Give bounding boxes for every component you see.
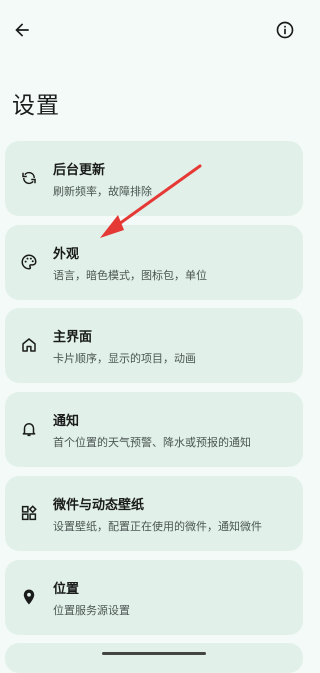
bell-icon (19, 419, 39, 439)
top-app-bar (0, 0, 309, 60)
settings-item-title: 微件与动态壁纸 (53, 498, 145, 513)
settings-item-location[interactable]: 位置 位置服务源设置 (5, 560, 303, 635)
widgets-icon (19, 503, 39, 523)
info-icon (276, 21, 294, 39)
settings-item-title: 通知 (53, 414, 80, 429)
settings-item-subtitle: 位置服务源设置 (53, 604, 130, 617)
settings-item-subtitle: 卡片顺序，显示的项目，动画 (53, 352, 196, 365)
settings-item-subtitle: 设置壁纸，配置正在使用的微件，通知微件 (53, 520, 262, 533)
settings-item-title: 主界面 (53, 330, 93, 345)
home-icon (19, 335, 39, 355)
palette-icon (19, 252, 39, 272)
gesture-nav-bar[interactable] (102, 652, 206, 655)
settings-item-subtitle: 刷新频率，故障排除 (53, 185, 152, 198)
back-button[interactable] (10, 18, 34, 42)
settings-item-partial[interactable] (5, 643, 303, 673)
sync-icon (19, 168, 39, 188)
settings-item-background-update[interactable]: 后台更新 刷新频率，故障排除 (5, 141, 303, 216)
settings-item-notifications[interactable]: 通知 首个位置的天气预警、降水或预报的通知 (5, 392, 303, 467)
settings-item-subtitle: 语言，暗色模式，图标包，单位 (53, 269, 207, 282)
settings-item-widgets-wallpaper[interactable]: 微件与动态壁纸 设置壁纸，配置正在使用的微件，通知微件 (5, 476, 303, 551)
settings-item-title: 后台更新 (53, 163, 106, 178)
settings-item-title: 外观 (53, 247, 80, 262)
info-button[interactable] (273, 18, 297, 42)
settings-item-main-screen[interactable]: 主界面 卡片顺序，显示的项目，动画 (5, 308, 303, 383)
arrow-left-icon (15, 23, 29, 37)
settings-item-subtitle: 首个位置的天气预警、降水或预报的通知 (53, 436, 251, 449)
location-pin-icon (19, 587, 39, 607)
settings-item-appearance[interactable]: 外观 语言，暗色模式，图标包，单位 (5, 225, 303, 300)
settings-item-title: 位置 (53, 582, 80, 597)
page-title: 设置 (12, 93, 60, 119)
